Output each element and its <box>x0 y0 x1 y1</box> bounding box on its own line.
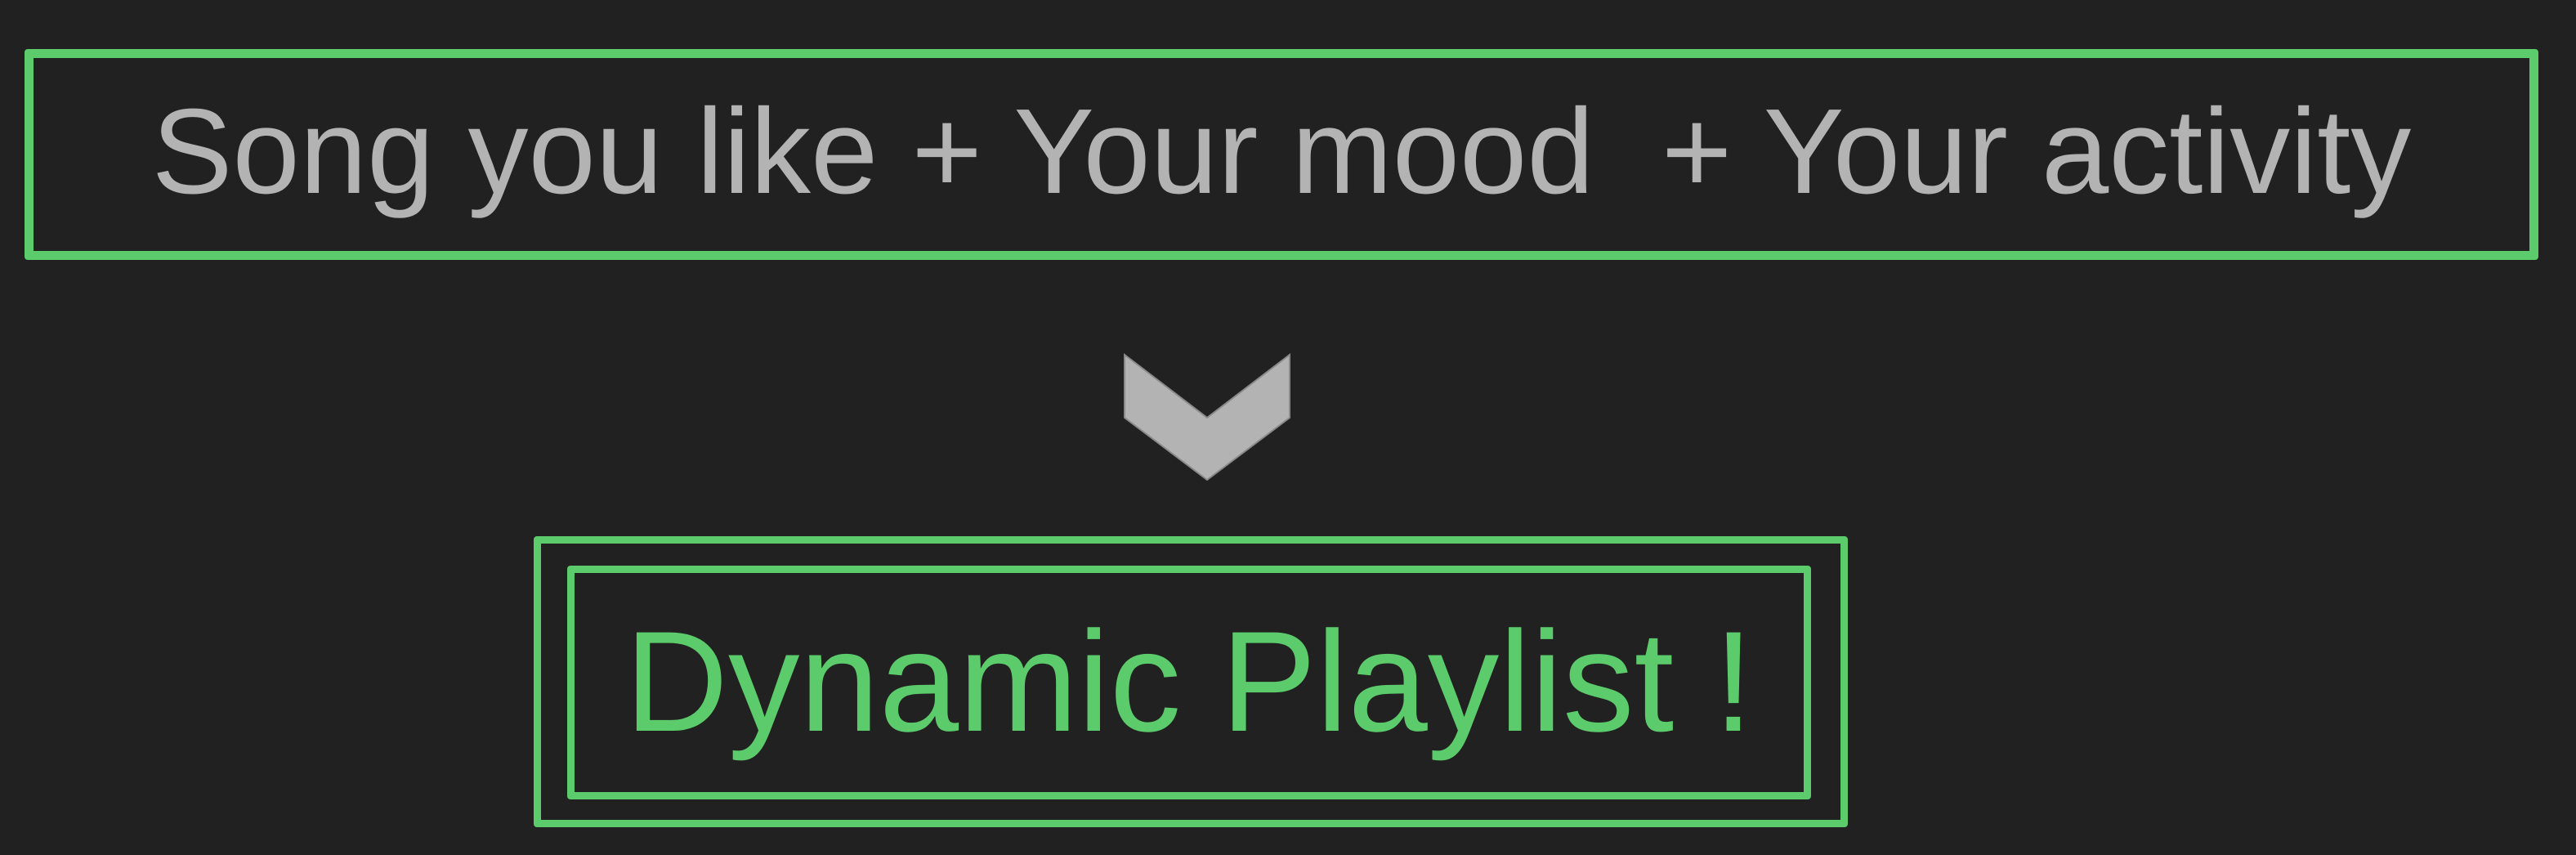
output-inner-frame: Dynamic Playlist ! <box>567 566 1811 799</box>
output-playlist-label: Dynamic Playlist ! <box>624 602 1754 762</box>
input-formula-box: Song you like + Your mood + Your activit… <box>25 49 2538 260</box>
input-formula-text: Song you like + Your mood + Your activit… <box>151 84 2412 219</box>
chevron-down-icon <box>1124 352 1290 481</box>
